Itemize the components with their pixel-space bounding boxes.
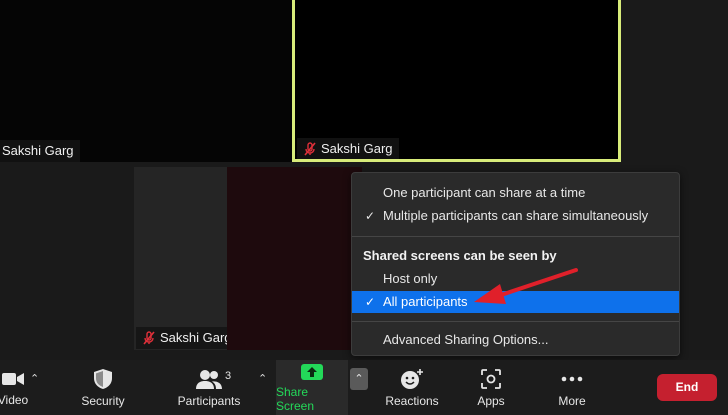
video-label: Video	[0, 392, 29, 407]
more-label: More	[558, 393, 586, 408]
menu-item-one-participant[interactable]: One participant can share at a time	[352, 182, 679, 204]
participants-button[interactable]: Participants	[170, 360, 248, 415]
apps-icon	[481, 368, 501, 389]
menu-item-label: All participants	[383, 294, 468, 309]
participants-label: Participants	[177, 393, 241, 408]
security-button[interactable]: Security	[72, 360, 134, 415]
participant-name: Sakshi Garg	[321, 141, 393, 156]
menu-item-label: Host only	[383, 271, 438, 286]
participant-name-tag: Sakshi Garg	[136, 327, 227, 349]
video-tile-screen-share	[227, 167, 362, 350]
participant-name: Sakshi Garg	[2, 143, 74, 158]
menu-item-multiple-participants[interactable]: ✓ Multiple participants can share simult…	[352, 205, 679, 227]
share-screen-label: Share Screen	[276, 384, 315, 413]
menu-item-label: One participant can share at a time	[383, 185, 586, 200]
share-screen-button[interactable]: Share Screen	[276, 360, 348, 415]
check-icon: ✓	[365, 209, 376, 223]
meeting-toolbar: Video ⌃ Security Participants 3 ⌃ Share …	[0, 360, 728, 415]
shield-icon	[94, 368, 112, 389]
reactions-label: Reactions	[385, 393, 439, 408]
check-icon: ✓	[365, 295, 376, 309]
mute-icon	[304, 142, 316, 156]
menu-item-label: Multiple participants can share simultan…	[383, 208, 649, 223]
caret-up-icon[interactable]: ⌃	[258, 372, 267, 385]
end-meeting-button[interactable]: End	[657, 374, 717, 401]
participant-name: Sakshi Garg	[160, 330, 227, 345]
video-icon	[2, 372, 24, 385]
caret-up-icon: ⌃	[354, 373, 364, 385]
end-label: End	[675, 380, 699, 394]
apps-label: Apps	[477, 393, 505, 408]
video-tile-active-speaker: Sakshi Garg	[292, 0, 621, 162]
video-tile-3: Sakshi Garg	[134, 167, 227, 350]
participants-icon	[196, 369, 222, 389]
arrow-annotation	[474, 268, 578, 304]
share-screen-icon	[301, 363, 323, 380]
participant-name-tag: Sakshi Garg	[297, 138, 399, 159]
apps-button[interactable]: Apps	[468, 360, 514, 415]
more-icon	[561, 376, 583, 381]
participant-name-tag: Sakshi Garg	[0, 140, 80, 162]
reactions-icon	[401, 368, 423, 389]
mute-icon	[143, 331, 155, 345]
participants-count: 3	[225, 370, 232, 382]
reactions-button[interactable]: Reactions	[380, 360, 444, 415]
more-button[interactable]: More	[548, 360, 596, 415]
menu-divider	[352, 321, 679, 322]
video-tile-right-edge	[621, 0, 728, 162]
caret-up-icon[interactable]: ⌃	[30, 372, 39, 385]
menu-divider	[352, 236, 679, 237]
menu-item-label: Advanced Sharing Options...	[383, 332, 549, 347]
menu-section-title: Shared screens can be seen by	[363, 248, 557, 263]
menu-item-advanced-sharing[interactable]: Advanced Sharing Options...	[352, 329, 679, 351]
video-tile-1: Sakshi Garg	[0, 0, 292, 162]
share-options-caret[interactable]: ⌃	[350, 368, 368, 390]
video-button[interactable]: Video	[0, 360, 40, 415]
security-label: Security	[81, 393, 125, 408]
